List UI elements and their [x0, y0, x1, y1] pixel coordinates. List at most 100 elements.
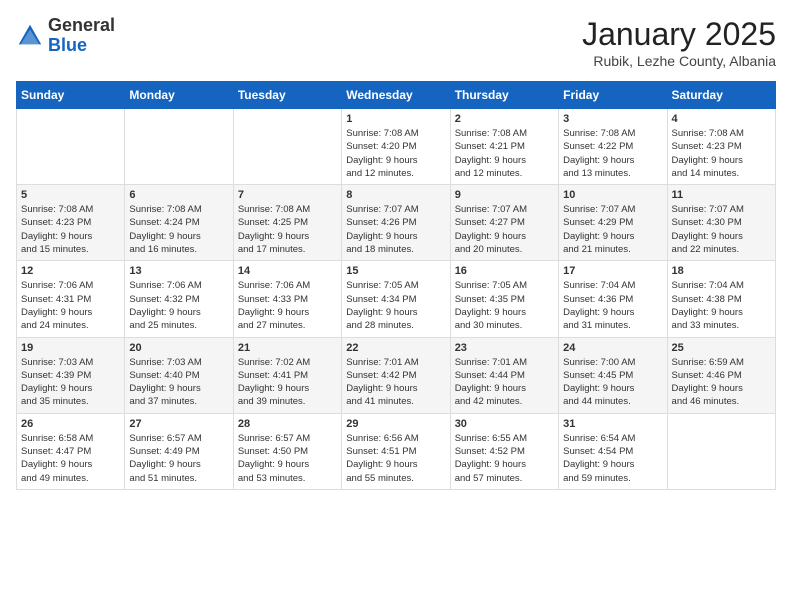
day-number: 13 — [129, 265, 228, 277]
day-number: 9 — [455, 189, 554, 201]
logo-text: General Blue — [48, 16, 115, 56]
calendar-cell: 26Sunrise: 6:58 AM Sunset: 4:47 PM Dayli… — [17, 413, 125, 489]
calendar-table: SundayMondayTuesdayWednesdayThursdayFrid… — [16, 81, 776, 490]
calendar-cell: 1 Sunrise: 7:08 AM Sunset: 4:20 PM Daylig… — [342, 109, 450, 185]
calendar-cell: 19Sunrise: 7:03 AM Sunset: 4:39 PM Dayli… — [17, 337, 125, 413]
day-number: 7 — [238, 189, 337, 201]
day-number: 1 — [346, 113, 445, 125]
day-info: Sunrise: 7:05 AM Sunset: 4:35 PM Dayligh… — [455, 279, 554, 332]
day-info: Sunrise: 7:08 AM Sunset: 4:20 PM Dayligh… — [346, 127, 445, 180]
title-block: January 2025 Rubik, Lezhe County, Albani… — [582, 16, 776, 69]
day-number: 27 — [129, 418, 228, 430]
day-info: Sunrise: 6:55 AM Sunset: 4:52 PM Dayligh… — [455, 432, 554, 485]
day-of-week-header: Monday — [125, 82, 233, 109]
day-info: Sunrise: 7:06 AM Sunset: 4:33 PM Dayligh… — [238, 279, 337, 332]
day-info: Sunrise: 6:54 AM Sunset: 4:54 PM Dayligh… — [563, 432, 662, 485]
calendar-week-row: 5 Sunrise: 7:08 AM Sunset: 4:23 PM Daylig… — [17, 185, 776, 261]
day-number: 29 — [346, 418, 445, 430]
calendar-week-row: 1 Sunrise: 7:08 AM Sunset: 4:20 PM Daylig… — [17, 109, 776, 185]
day-number: 30 — [455, 418, 554, 430]
day-number: 18 — [672, 265, 771, 277]
calendar-cell — [17, 109, 125, 185]
calendar-week-row: 12 Sunrise: 7:06 AM Sunset: 4:31 PM Dayli… — [17, 261, 776, 337]
calendar-cell: 10 Sunrise: 7:07 AM Sunset: 4:29 PM Dayli… — [559, 185, 667, 261]
day-info: Sunrise: 7:07 AM Sunset: 4:27 PM Dayligh… — [455, 203, 554, 256]
calendar-cell: 8 Sunrise: 7:07 AM Sunset: 4:26 PM Daylig… — [342, 185, 450, 261]
calendar-cell: 15 Sunrise: 7:05 AM Sunset: 4:34 PM Dayli… — [342, 261, 450, 337]
day-info: Sunrise: 7:06 AM Sunset: 4:32 PM Dayligh… — [129, 279, 228, 332]
day-info: Sunrise: 7:05 AM Sunset: 4:34 PM Dayligh… — [346, 279, 445, 332]
day-number: 14 — [238, 265, 337, 277]
day-number: 11 — [672, 189, 771, 201]
day-info: Sunrise: 6:57 AM Sunset: 4:50 PM Dayligh… — [238, 432, 337, 485]
day-info: Sunrise: 7:08 AM Sunset: 4:25 PM Dayligh… — [238, 203, 337, 256]
calendar-cell: 24 Sunrise: 7:00 AM Sunset: 4:45 PM Dayli… — [559, 337, 667, 413]
day-number: 15 — [346, 265, 445, 277]
calendar-header-row: SundayMondayTuesdayWednesdayThursdayFrid… — [17, 82, 776, 109]
calendar-cell: 9 Sunrise: 7:07 AM Sunset: 4:27 PM Daylig… — [450, 185, 558, 261]
day-info: Sunrise: 7:02 AM Sunset: 4:41 PM Dayligh… — [238, 356, 337, 409]
day-number: 6 — [129, 189, 228, 201]
calendar-cell: 5 Sunrise: 7:08 AM Sunset: 4:23 PM Daylig… — [17, 185, 125, 261]
calendar-cell: 28 Sunrise: 6:57 AM Sunset: 4:50 PM Dayli… — [233, 413, 341, 489]
day-number: 19 — [21, 342, 120, 354]
calendar-cell: 29 Sunrise: 6:56 AM Sunset: 4:51 PM Dayli… — [342, 413, 450, 489]
day-info: Sunrise: 7:06 AM Sunset: 4:31 PM Dayligh… — [21, 279, 120, 332]
day-info: Sunrise: 6:57 AM Sunset: 4:49 PM Dayligh… — [129, 432, 228, 485]
day-number: 8 — [346, 189, 445, 201]
day-info: Sunrise: 7:07 AM Sunset: 4:26 PM Dayligh… — [346, 203, 445, 256]
calendar-cell: 22 Sunrise: 7:01 AM Sunset: 4:42 PM Dayli… — [342, 337, 450, 413]
logo-icon — [16, 22, 44, 50]
calendar-cell: 31 Sunrise: 6:54 AM Sunset: 4:54 PM Dayli… — [559, 413, 667, 489]
logo-blue: Blue — [48, 35, 87, 55]
day-of-week-header: Saturday — [667, 82, 775, 109]
day-number: 4 — [672, 113, 771, 125]
calendar-cell: 13 Sunrise: 7:06 AM Sunset: 4:32 PM Dayli… — [125, 261, 233, 337]
calendar-cell: 4 Sunrise: 7:08 AM Sunset: 4:23 PM Daylig… — [667, 109, 775, 185]
day-number: 3 — [563, 113, 662, 125]
day-info: Sunrise: 7:01 AM Sunset: 4:42 PM Dayligh… — [346, 356, 445, 409]
day-number: 23 — [455, 342, 554, 354]
calendar-cell: 12 Sunrise: 7:06 AM Sunset: 4:31 PM Dayli… — [17, 261, 125, 337]
calendar-cell: 23 Sunrise: 7:01 AM Sunset: 4:44 PM Dayli… — [450, 337, 558, 413]
calendar-cell — [233, 109, 341, 185]
calendar-week-row: 26Sunrise: 6:58 AM Sunset: 4:47 PM Dayli… — [17, 413, 776, 489]
day-info: Sunrise: 7:07 AM Sunset: 4:29 PM Dayligh… — [563, 203, 662, 256]
calendar-cell: 11 Sunrise: 7:07 AM Sunset: 4:30 PM Dayli… — [667, 185, 775, 261]
day-number: 20 — [129, 342, 228, 354]
calendar-cell: 14 Sunrise: 7:06 AM Sunset: 4:33 PM Dayli… — [233, 261, 341, 337]
day-number: 17 — [563, 265, 662, 277]
day-number: 5 — [21, 189, 120, 201]
day-of-week-header: Sunday — [17, 82, 125, 109]
day-number: 10 — [563, 189, 662, 201]
day-info: Sunrise: 7:01 AM Sunset: 4:44 PM Dayligh… — [455, 356, 554, 409]
month-title: January 2025 — [582, 16, 776, 53]
day-info: Sunrise: 6:56 AM Sunset: 4:51 PM Dayligh… — [346, 432, 445, 485]
calendar-cell: 7 Sunrise: 7:08 AM Sunset: 4:25 PM Daylig… — [233, 185, 341, 261]
day-info: Sunrise: 7:00 AM Sunset: 4:45 PM Dayligh… — [563, 356, 662, 409]
calendar-cell — [667, 413, 775, 489]
day-of-week-header: Wednesday — [342, 82, 450, 109]
logo-general: General — [48, 15, 115, 35]
calendar-cell: 2Sunrise: 7:08 AM Sunset: 4:21 PM Daylig… — [450, 109, 558, 185]
day-info: Sunrise: 7:08 AM Sunset: 4:24 PM Dayligh… — [129, 203, 228, 256]
day-number: 21 — [238, 342, 337, 354]
day-number: 12 — [21, 265, 120, 277]
day-info: Sunrise: 7:08 AM Sunset: 4:23 PM Dayligh… — [672, 127, 771, 180]
day-info: Sunrise: 7:04 AM Sunset: 4:38 PM Dayligh… — [672, 279, 771, 332]
calendar-cell: 17Sunrise: 7:04 AM Sunset: 4:36 PM Dayli… — [559, 261, 667, 337]
day-of-week-header: Thursday — [450, 82, 558, 109]
day-info: Sunrise: 6:58 AM Sunset: 4:47 PM Dayligh… — [21, 432, 120, 485]
day-number: 22 — [346, 342, 445, 354]
day-number: 31 — [563, 418, 662, 430]
day-info: Sunrise: 7:03 AM Sunset: 4:40 PM Dayligh… — [129, 356, 228, 409]
day-info: Sunrise: 7:08 AM Sunset: 4:23 PM Dayligh… — [21, 203, 120, 256]
day-info: Sunrise: 7:07 AM Sunset: 4:30 PM Dayligh… — [672, 203, 771, 256]
day-info: Sunrise: 7:08 AM Sunset: 4:21 PM Dayligh… — [455, 127, 554, 180]
calendar-cell: 18 Sunrise: 7:04 AM Sunset: 4:38 PM Dayli… — [667, 261, 775, 337]
day-number: 28 — [238, 418, 337, 430]
day-info: Sunrise: 6:59 AM Sunset: 4:46 PM Dayligh… — [672, 356, 771, 409]
calendar-cell — [125, 109, 233, 185]
day-number: 24 — [563, 342, 662, 354]
day-of-week-header: Friday — [559, 82, 667, 109]
